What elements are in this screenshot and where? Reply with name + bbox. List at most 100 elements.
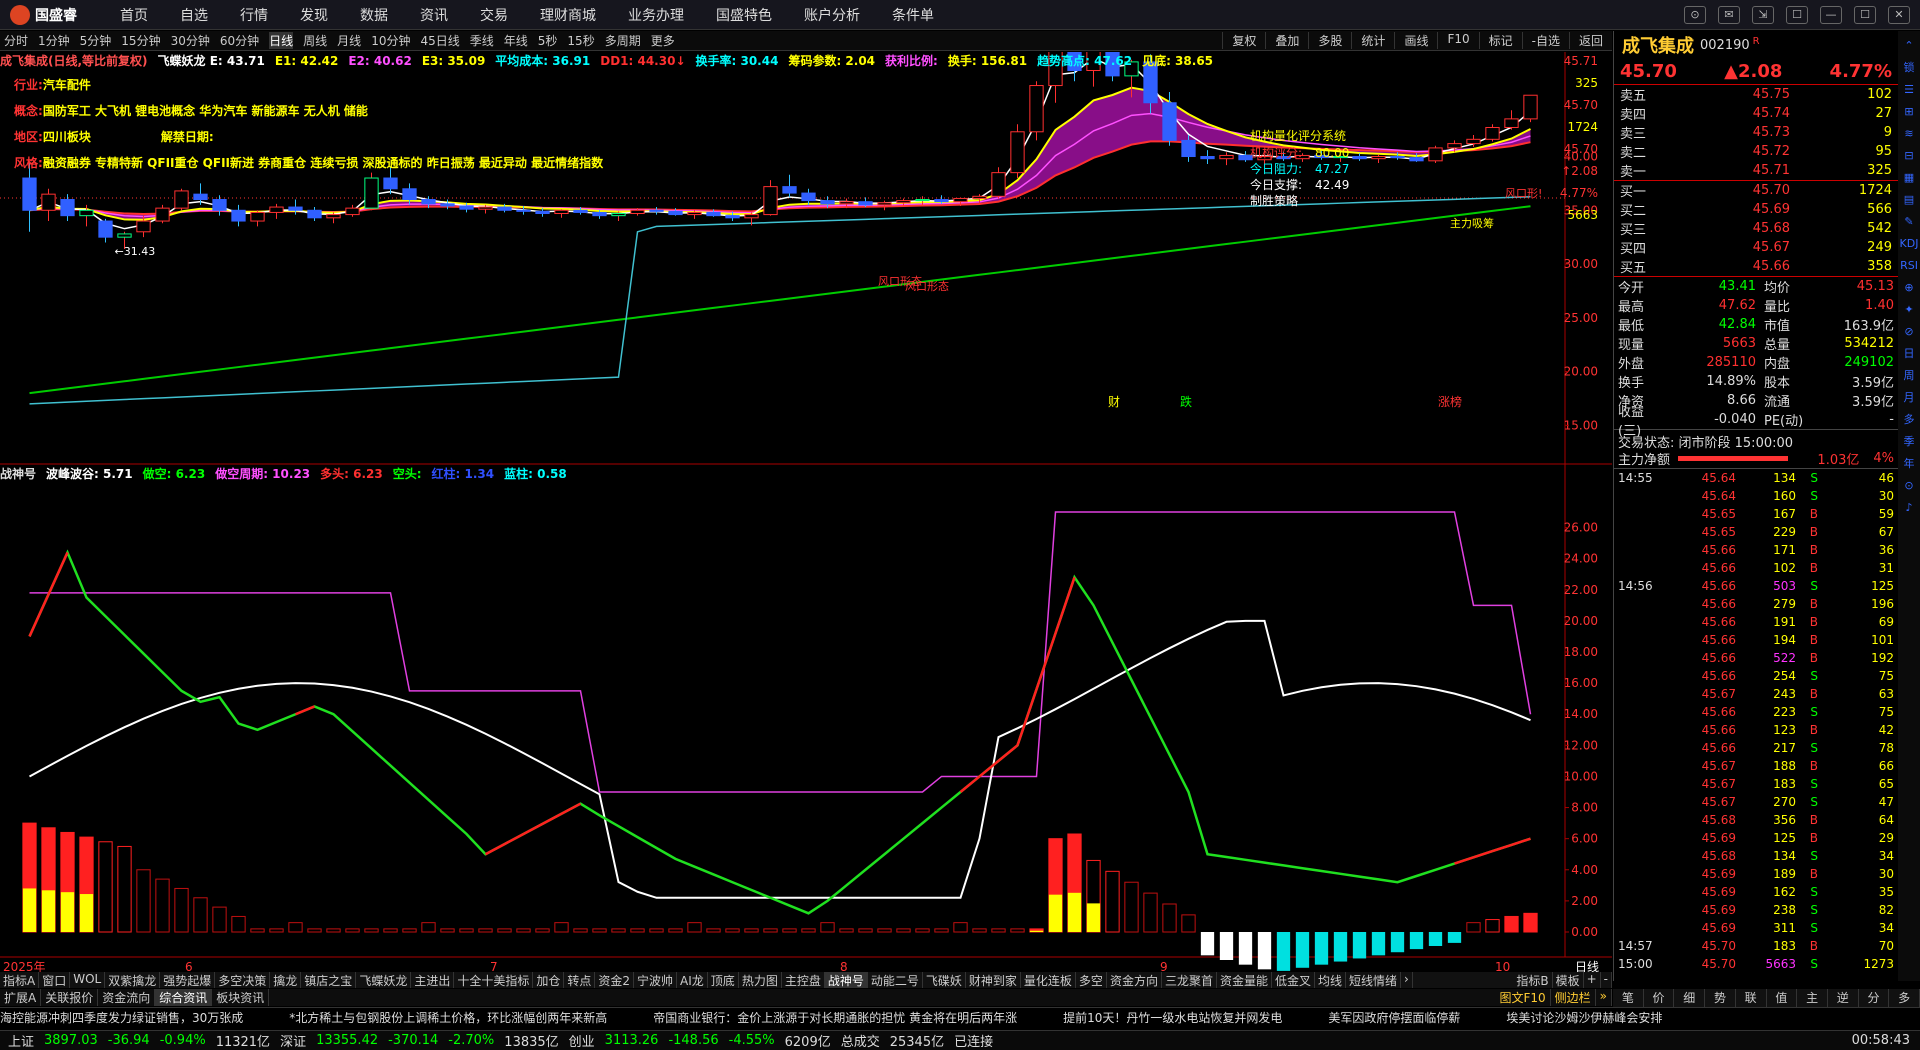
- indicator-tab[interactable]: WOL: [70, 972, 106, 988]
- indicator-tab[interactable]: 资金2: [595, 972, 635, 988]
- period-0[interactable]: 分时: [4, 32, 28, 49]
- order-row[interactable]: 卖五 45.75 102: [1614, 85, 1898, 104]
- menu-item[interactable]: 国盛特色: [716, 5, 772, 25]
- quote-panel-tab[interactable]: 逆: [1828, 989, 1859, 1007]
- indicator-tab[interactable]: 双紫擒龙: [105, 972, 161, 988]
- indicator-tab[interactable]: 十全十美指标: [454, 972, 534, 988]
- order-row[interactable]: 买二 45.69 566: [1614, 200, 1898, 219]
- ext-tab[interactable]: 板块资讯: [212, 989, 270, 1006]
- ext-tab[interactable]: 资金流向: [98, 989, 156, 1006]
- tool-button[interactable]: 复权: [1222, 32, 1265, 49]
- indicator-tab[interactable]: 窗口: [39, 972, 71, 988]
- ext-tab[interactable]: 关联报价: [41, 989, 99, 1006]
- order-row[interactable]: 买一 45.70 1724: [1614, 181, 1898, 200]
- menu-item[interactable]: 行情: [240, 5, 268, 25]
- side-tool-icon[interactable]: RSI: [1900, 255, 1918, 277]
- side-tool-icon[interactable]: 季: [1904, 431, 1915, 453]
- tool-button[interactable]: 标记: [1478, 32, 1522, 49]
- indicator-tab[interactable]: 主控盘: [782, 972, 825, 988]
- indicator-tab[interactable]: 多空: [1076, 972, 1107, 988]
- order-row[interactable]: 卖二 45.72 95: [1614, 142, 1898, 161]
- ext-tab[interactable]: 扩展A: [0, 989, 42, 1006]
- period-14[interactable]: 15秒: [567, 32, 594, 49]
- side-tool-icon[interactable]: ⊟: [1904, 145, 1913, 167]
- side-tool-icon[interactable]: 月: [1904, 387, 1915, 409]
- indicator-tab[interactable]: 量化连板: [1021, 972, 1076, 988]
- indicator-tab[interactable]: 短线情绪: [1346, 972, 1402, 988]
- indicator-tab-right[interactable]: +: [1584, 972, 1601, 988]
- side-tool-icon[interactable]: ≋: [1904, 123, 1913, 145]
- menu-item[interactable]: 首页: [120, 5, 148, 25]
- period-5[interactable]: 60分钟: [220, 32, 259, 49]
- indicator-tab[interactable]: 资金方向: [1107, 972, 1162, 988]
- menu-item[interactable]: 条件单: [892, 5, 934, 25]
- period-7[interactable]: 周线: [303, 32, 327, 49]
- side-tool-icon[interactable]: 年: [1904, 453, 1915, 475]
- indicator-tab[interactable]: 宁波帅: [634, 972, 678, 988]
- quote-panel-tab[interactable]: 主: [1797, 989, 1828, 1007]
- side-tool-icon[interactable]: ⊙: [1904, 475, 1913, 497]
- period-2[interactable]: 5分钟: [80, 32, 112, 49]
- quote-panel-tab[interactable]: 值: [1767, 989, 1798, 1007]
- window-control-icon[interactable]: ☐: [1786, 5, 1808, 24]
- window-control-icon[interactable]: ✉: [1718, 5, 1740, 24]
- period-11[interactable]: 季线: [470, 32, 494, 49]
- side-tool-icon[interactable]: ⊞: [1904, 101, 1913, 123]
- news-item[interactable]: 美军因政府停摆面临停薪: [1328, 1009, 1460, 1026]
- side-tool-icon[interactable]: ⊕: [1904, 277, 1913, 299]
- indicator-tab[interactable]: 热力图: [739, 972, 782, 988]
- indicator-tab[interactable]: ›: [1401, 972, 1413, 988]
- tool-button[interactable]: 返回: [1568, 32, 1612, 49]
- quote-panel-tab[interactable]: 分: [1859, 989, 1890, 1007]
- indicator-tab[interactable]: 资金量能: [1217, 972, 1272, 988]
- tool-button[interactable]: 统计: [1351, 32, 1394, 49]
- indicator-tab[interactable]: 转点: [564, 972, 596, 988]
- side-tool-icon[interactable]: ♪: [1905, 497, 1912, 519]
- indicator-tab[interactable]: 均线: [1315, 972, 1347, 988]
- tool-button[interactable]: 多股: [1308, 32, 1351, 49]
- ext-tab[interactable]: 综合资讯: [155, 989, 213, 1006]
- indicator-tab[interactable]: 主进出: [411, 972, 455, 988]
- side-tool-icon[interactable]: 周: [1904, 365, 1915, 387]
- window-control-icon[interactable]: ⊙: [1684, 5, 1706, 24]
- indicator-tab[interactable]: 多空决策: [215, 972, 271, 988]
- menu-item[interactable]: 资讯: [420, 5, 448, 25]
- window-control-icon[interactable]: —: [1820, 5, 1842, 24]
- window-control-icon[interactable]: ✕: [1888, 5, 1910, 24]
- period-1[interactable]: 1分钟: [38, 32, 70, 49]
- side-tool-icon[interactable]: ☰: [1904, 79, 1914, 101]
- indicator-tab[interactable]: 顶底: [708, 972, 739, 988]
- tool-button[interactable]: 叠加: [1265, 32, 1308, 49]
- indicator-tab[interactable]: 飞碟妖: [923, 972, 966, 988]
- indicator-tab-right[interactable]: -: [1601, 972, 1612, 988]
- ext-tab-right[interactable]: 侧边栏: [1551, 989, 1596, 1006]
- news-item[interactable]: *北方稀土与包钢股份上调稀土价格，环比涨幅创两年来新高: [289, 1009, 607, 1026]
- tool-button[interactable]: F10: [1437, 32, 1478, 49]
- side-tool-icon[interactable]: 日: [1904, 343, 1915, 365]
- quote-panel-tab[interactable]: 笔: [1613, 989, 1644, 1007]
- period-15[interactable]: 多周期: [605, 32, 641, 49]
- ext-tab-right[interactable]: 图文F10: [1495, 989, 1551, 1006]
- window-control-icon[interactable]: ☐: [1854, 5, 1876, 24]
- news-item[interactable]: 提前10天！丹竹一级水电站恢复并网发电: [1063, 1009, 1282, 1026]
- menu-item[interactable]: 数据: [360, 5, 388, 25]
- side-tool-icon[interactable]: ▤: [1904, 189, 1914, 211]
- period-16[interactable]: 更多: [651, 32, 675, 49]
- side-tool-icon[interactable]: ✎: [1904, 211, 1913, 233]
- order-row[interactable]: 卖四 45.74 27: [1614, 104, 1898, 123]
- indicator-tab[interactable]: AI龙: [677, 972, 708, 988]
- indicator-tab[interactable]: 擒龙: [270, 972, 302, 988]
- indicator-tab[interactable]: 战神号: [824, 972, 868, 988]
- quote-panel-tab[interactable]: 细: [1674, 989, 1706, 1007]
- period-13[interactable]: 5秒: [538, 32, 558, 49]
- indicator-tab[interactable]: 强势起爆: [160, 972, 216, 988]
- menu-item[interactable]: 交易: [480, 5, 508, 25]
- side-tool-icon[interactable]: ▦: [1904, 167, 1914, 189]
- indicator-tab[interactable]: 财神到家: [966, 972, 1021, 988]
- indicator-tab[interactable]: 动能二号: [868, 972, 923, 988]
- news-item[interactable]: 帝国商业银行：金价上涨源于对长期通胀的担忧 黄金将在明后两年涨: [653, 1009, 1017, 1026]
- order-row[interactable]: 卖一 45.71 325: [1614, 161, 1898, 180]
- tool-button[interactable]: -自选: [1521, 32, 1569, 49]
- indicator-tab-right[interactable]: 指标B: [1513, 972, 1553, 988]
- side-tool-icon[interactable]: 锁: [1904, 57, 1915, 79]
